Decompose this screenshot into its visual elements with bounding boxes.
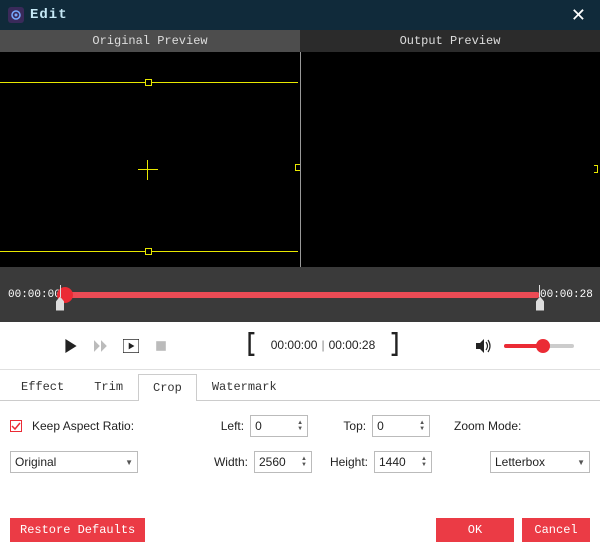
width-input[interactable]: 2560 ▲▼ [254, 451, 312, 473]
crop-center-icon[interactable] [138, 160, 158, 180]
footer: Restore Defaults OK Cancel [0, 518, 600, 542]
keep-aspect-label: Keep Aspect Ratio: [32, 419, 134, 433]
app-logo [8, 7, 24, 23]
crop-form: Keep Aspect Ratio: Left: 0 ▲▼ Top: 0 ▲▼ … [0, 401, 600, 493]
set-out-point-button[interactable] [383, 332, 405, 360]
spinner-icon[interactable]: ▲▼ [419, 420, 425, 432]
preview-labels: Original Preview Output Preview [0, 30, 600, 52]
play-button[interactable] [60, 335, 82, 357]
chevron-down-icon: ▼ [577, 458, 585, 467]
top-input[interactable]: 0 ▲▼ [372, 415, 430, 437]
height-label: Height: [318, 455, 368, 469]
spinner-icon[interactable]: ▲▼ [301, 456, 307, 468]
left-input[interactable]: 0 ▲▼ [250, 415, 308, 437]
restore-defaults-button[interactable]: Restore Defaults [10, 518, 145, 542]
keep-aspect-checkbox[interactable] [10, 420, 22, 432]
spinner-icon[interactable]: ▲▼ [421, 456, 427, 468]
playback-controls: 00:00:00|00:00:28 [0, 322, 600, 370]
spinner-icon[interactable]: ▲▼ [297, 420, 303, 432]
step-frame-button[interactable] [120, 335, 142, 357]
tab-bar: Effect Trim Crop Watermark [0, 370, 600, 400]
left-label: Left: [194, 419, 244, 433]
zoom-mode-label: Zoom Mode: [454, 419, 534, 433]
tab-trim[interactable]: Trim [79, 373, 138, 400]
fast-forward-button[interactable] [90, 335, 112, 357]
aspect-ratio-select[interactable]: Original ▼ [10, 451, 138, 473]
height-input[interactable]: 1440 ▲▼ [374, 451, 432, 473]
preview-area [0, 52, 600, 267]
timeline-track[interactable] [60, 275, 540, 315]
width-label: Width: [198, 455, 248, 469]
cancel-button[interactable]: Cancel [522, 518, 590, 542]
volume-knob[interactable] [536, 339, 550, 353]
original-preview-label: Original Preview [0, 30, 300, 52]
crop-handle-bottom[interactable] [145, 248, 152, 255]
timeline: 00:00:00 00:00:28 [0, 267, 600, 322]
total-time: 00:00:28 [329, 338, 376, 352]
zoom-mode-select[interactable]: Letterbox ▼ [490, 451, 590, 473]
output-preview-pane [301, 52, 600, 267]
titlebar: Edit ✕ [0, 0, 600, 30]
original-preview-pane[interactable] [0, 52, 301, 267]
volume-icon[interactable] [474, 335, 496, 357]
timeline-end-time: 00:00:28 [540, 289, 592, 301]
playback-time-display: 00:00:00|00:00:28 [271, 338, 376, 353]
timeline-start-time: 00:00:00 [8, 289, 60, 301]
stop-button[interactable] [150, 335, 172, 357]
ok-button[interactable]: OK [436, 518, 514, 542]
output-preview-label: Output Preview [300, 30, 600, 52]
chevron-down-icon: ▼ [125, 458, 133, 467]
tab-watermark[interactable]: Watermark [197, 373, 292, 400]
close-icon[interactable]: ✕ [565, 5, 592, 26]
volume-slider[interactable] [504, 344, 574, 348]
top-label: Top: [332, 419, 366, 433]
crop-handle-top[interactable] [145, 79, 152, 86]
current-time: 00:00:00 [271, 338, 318, 352]
set-in-point-button[interactable] [241, 332, 263, 360]
tab-effect[interactable]: Effect [6, 373, 79, 400]
tab-crop[interactable]: Crop [138, 374, 197, 401]
window-title: Edit [30, 7, 68, 23]
output-edge-indicator [594, 165, 598, 173]
